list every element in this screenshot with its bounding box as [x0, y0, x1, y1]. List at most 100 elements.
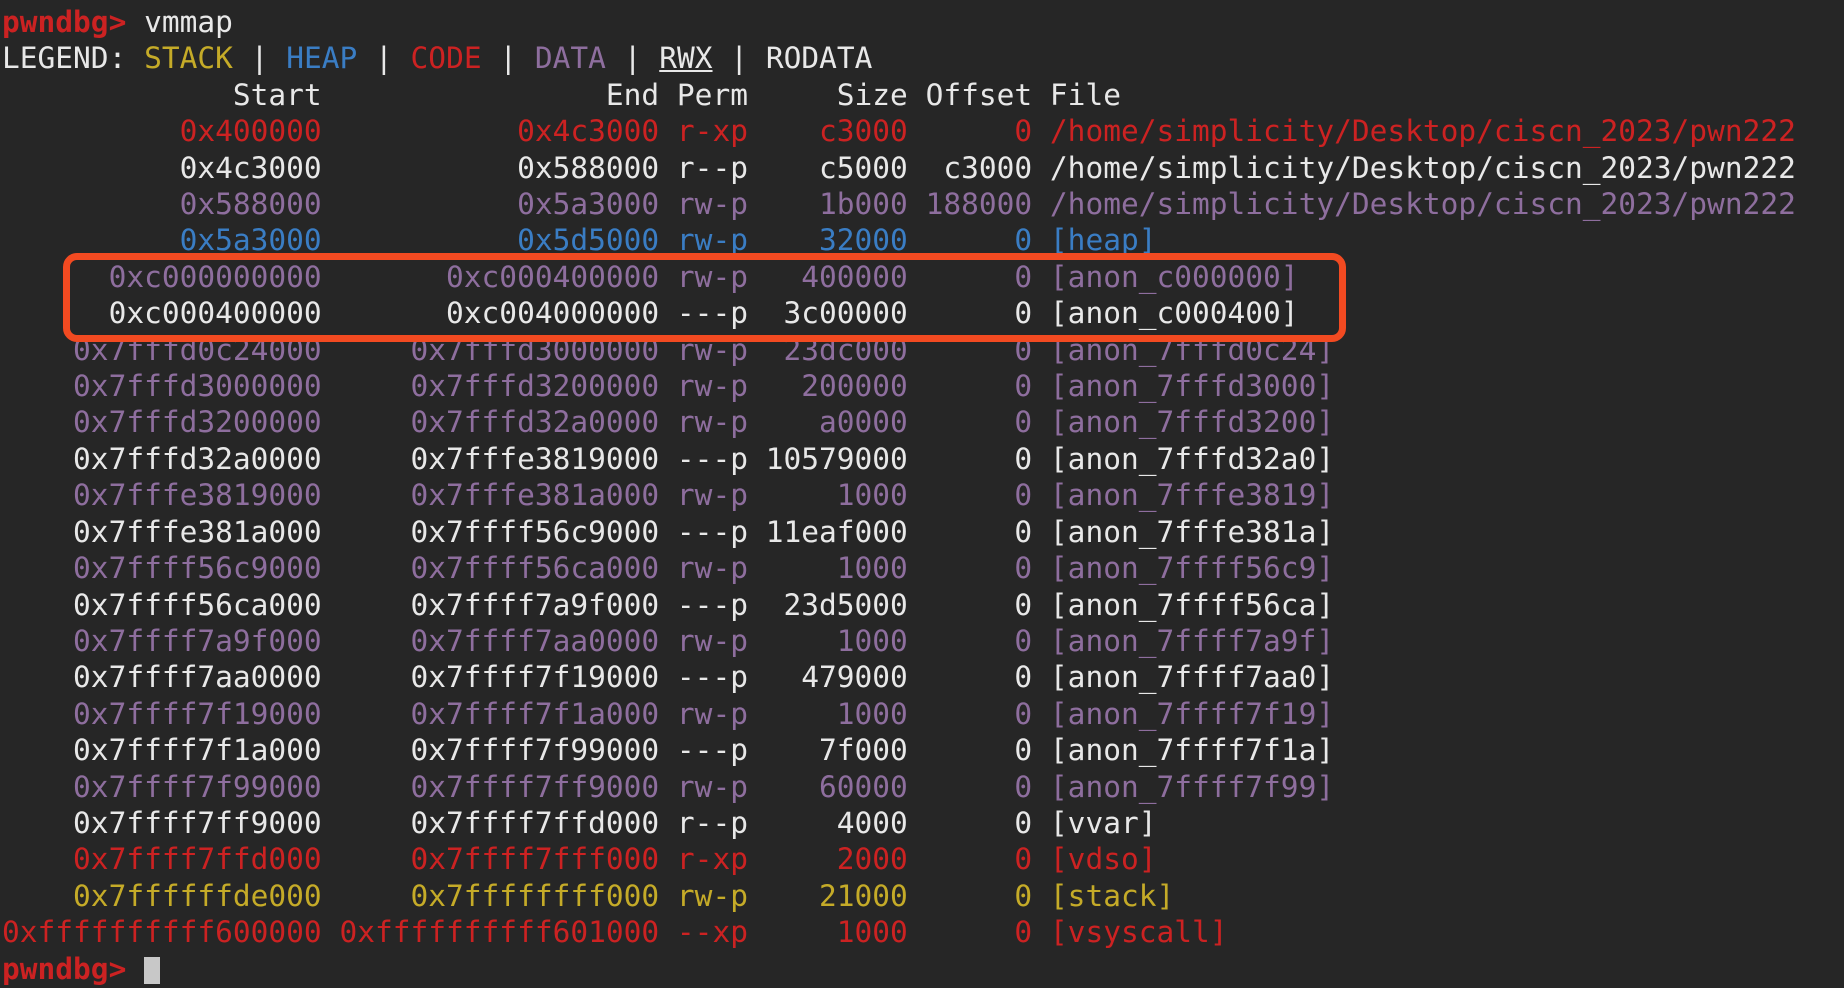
legend-item-stack: STACK: [144, 41, 233, 76]
legend-item-heap: HEAP: [286, 41, 358, 76]
cell-perm: ---p: [659, 441, 748, 476]
cell-perm: rw-p: [659, 696, 748, 731]
cell-start: 0x7ffff56ca000: [2, 587, 322, 622]
cell-offset: 0: [907, 769, 1033, 804]
column-header-size: Size: [747, 77, 908, 112]
cell-perm: ---p: [659, 514, 748, 549]
table-row: 0x7ffff7ff9000 0x7ffff7ffd000 r--p 4000 …: [2, 805, 1842, 841]
cell-size: 1000: [747, 623, 908, 658]
cell-size: 11eaf000: [747, 514, 908, 549]
cell-file: [anon_c000000]: [1032, 259, 1299, 294]
table-row: 0x7ffff7ffd000 0x7ffff7fff000 r-xp 2000 …: [2, 841, 1842, 877]
cell-end: 0xc000400000: [321, 259, 660, 294]
cell-start: 0x7ffff7f19000: [2, 696, 322, 731]
cell-end: 0x7fffd3000000: [321, 332, 660, 367]
cell-start: 0x7ffff7f1a000: [2, 733, 322, 768]
table-row: 0x7ffffffde000 0x7ffffffff000 rw-p 21000…: [2, 878, 1842, 914]
cell-end: 0x7ffff7ffd000: [321, 805, 660, 840]
table-row: 0xc000000000 0xc000400000 rw-p 400000 0 …: [2, 259, 1842, 295]
cell-file: [vvar]: [1032, 805, 1157, 840]
cell-perm: ---p: [659, 733, 748, 768]
cell-offset: 0: [907, 842, 1033, 877]
cell-file: /home/simplicity/Desktop/ciscn_2023/pwn2…: [1032, 150, 1796, 185]
cell-end: 0x7ffff7aa0000: [321, 623, 660, 658]
cell-offset: 0: [907, 405, 1033, 440]
cell-perm: rw-p: [659, 369, 748, 404]
cell-start: 0x7ffff7f99000: [2, 769, 322, 804]
cell-size: 23d5000: [747, 587, 908, 622]
cell-end: 0x7ffff56c9000: [321, 514, 660, 549]
cell-offset: 0: [907, 878, 1033, 913]
cell-start: 0x4c3000: [2, 150, 322, 185]
cell-start: 0x7fffd3000000: [2, 369, 322, 404]
cell-offset: 0: [907, 551, 1033, 586]
legend-line: LEGEND: STACK | HEAP | CODE | DATA | RWX…: [2, 40, 1842, 76]
cell-size: 7f000: [747, 733, 908, 768]
cell-start: 0xc000400000: [2, 296, 322, 331]
cell-perm: r-xp: [659, 842, 748, 877]
vmmap-table-body: 0x400000 0x4c3000 r-xp c3000 0 /home/sim…: [2, 113, 1842, 950]
cell-offset: 0: [907, 223, 1033, 258]
cell-start: 0x7ffff56c9000: [2, 551, 322, 586]
cell-end: 0x5a3000: [321, 187, 660, 222]
cell-end: 0x7fffd32a0000: [321, 405, 660, 440]
table-row: 0x7fffd3200000 0x7fffd32a0000 rw-p a0000…: [2, 404, 1842, 440]
cell-offset: 0: [907, 296, 1033, 331]
cell-perm: rw-p: [659, 259, 748, 294]
table-row: 0x7fffd32a0000 0x7fffe3819000 ---p 10579…: [2, 441, 1842, 477]
cell-end: 0x588000: [321, 150, 660, 185]
cell-start: 0xc000000000: [2, 259, 322, 294]
cell-size: 21000: [747, 878, 908, 913]
cell-size: 4000: [747, 805, 908, 840]
cell-offset: 0: [907, 441, 1033, 476]
cell-perm: rw-p: [659, 551, 748, 586]
table-row: 0x588000 0x5a3000 rw-p 1b000 188000 /hom…: [2, 186, 1842, 222]
table-row: 0x7ffff56ca000 0x7ffff7a9f000 ---p 23d50…: [2, 587, 1842, 623]
text-cursor[interactable]: [144, 956, 161, 984]
cell-offset: 0: [907, 114, 1033, 149]
column-header-perm: Perm: [659, 77, 748, 112]
cell-end: 0x7fffe381a000: [321, 478, 660, 513]
cell-perm: rw-p: [659, 332, 748, 367]
cell-file: [vsyscall]: [1032, 915, 1228, 950]
table-row: 0xc000400000 0xc004000000 ---p 3c00000 0…: [2, 295, 1842, 331]
cell-perm: ---p: [659, 660, 748, 695]
cell-offset: c3000: [907, 150, 1033, 185]
cell-perm: rw-p: [659, 478, 748, 513]
cell-offset: 0: [907, 332, 1033, 367]
cell-offset: 0: [907, 660, 1033, 695]
cell-start: 0x7fffe3819000: [2, 478, 322, 513]
legend-separator: |: [605, 41, 660, 76]
column-header-end: End: [321, 77, 660, 112]
cell-file: [anon_7ffff56c9]: [1032, 551, 1335, 586]
cell-size: 479000: [747, 660, 908, 695]
cell-perm: rw-p: [659, 623, 748, 658]
cell-size: 1b000: [747, 187, 908, 222]
cell-end: 0x7ffff7ff9000: [321, 769, 660, 804]
cell-file: [heap]: [1032, 223, 1157, 258]
table-row: 0x7fffd0c24000 0x7fffd3000000 rw-p 23dc0…: [2, 332, 1842, 368]
cell-start: 0x7ffff7ffd000: [2, 842, 322, 877]
cell-perm: r-xp: [659, 114, 748, 149]
final-prompt-label: pwndbg>: [2, 951, 127, 986]
cell-start: 0x7fffd3200000: [2, 405, 322, 440]
legend-separator: |: [712, 41, 766, 76]
cell-end: 0x5d5000: [321, 223, 660, 258]
cell-start: 0x7ffff7aa0000: [2, 660, 322, 695]
cell-file: [anon_7fffe381a]: [1032, 514, 1335, 549]
table-row: 0x7ffff7f99000 0x7ffff7ff9000 rw-p 60000…: [2, 769, 1842, 805]
cell-size: 32000: [747, 223, 908, 258]
command-line: pwndbg> vmmap: [2, 4, 1842, 40]
cell-offset: 0: [907, 733, 1033, 768]
cell-size: 1000: [747, 478, 908, 513]
cell-file: [anon_7fffe3819]: [1032, 478, 1335, 513]
cell-end: 0x7ffff7f1a000: [321, 696, 660, 731]
cell-end: 0x7ffff56ca000: [321, 551, 660, 586]
final-prompt-space: [126, 952, 144, 986]
cell-size: 1000: [747, 551, 908, 586]
cell-end: 0xffffffffff601000: [321, 915, 660, 950]
cell-end: 0x7ffff7fff000: [321, 842, 660, 877]
cell-end: 0x7fffd3200000: [321, 369, 660, 404]
terminal-screen: pwndbg> vmmap LEGEND: STACK | HEAP | COD…: [2, 4, 1842, 987]
